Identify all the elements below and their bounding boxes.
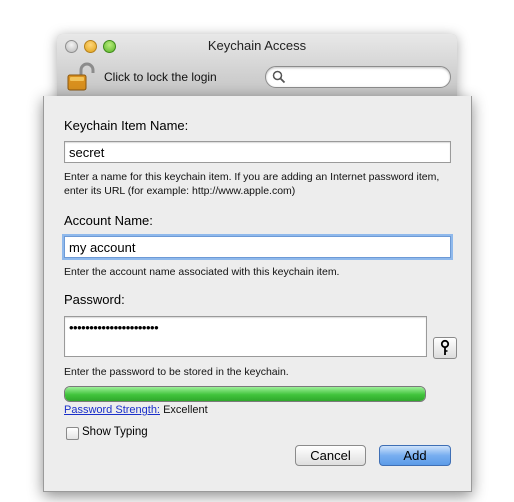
password-strength-link[interactable]: Password Strength: bbox=[64, 404, 160, 416]
password-field[interactable]: •••••••••••••••••••••• bbox=[64, 316, 427, 357]
item-name-label: Keychain Item Name: bbox=[64, 118, 189, 133]
password-strength-row: Password Strength: Excellent bbox=[64, 403, 208, 417]
add-button[interactable]: Add bbox=[379, 445, 451, 466]
title-bar: Keychain Access Click to lock the login bbox=[57, 34, 457, 97]
account-name-hint: Enter the account name associated with t… bbox=[64, 266, 340, 278]
show-typing-label[interactable]: Show Typing bbox=[82, 426, 148, 438]
account-name-label: Account Name: bbox=[64, 213, 153, 228]
password-hint: Enter the password to be stored in the k… bbox=[64, 366, 289, 378]
password-assistant-button[interactable] bbox=[433, 337, 457, 359]
show-typing-checkbox[interactable] bbox=[66, 427, 79, 440]
password-strength-meter bbox=[64, 386, 426, 402]
window-title: Keychain Access bbox=[207, 38, 307, 53]
new-password-item-sheet: Keychain Item Name: secret Enter a name … bbox=[43, 96, 472, 492]
item-name-field[interactable]: secret bbox=[64, 141, 451, 163]
password-strength-fill bbox=[65, 387, 425, 401]
key-icon bbox=[440, 339, 450, 355]
password-label: Password: bbox=[64, 292, 125, 307]
padlock-icon[interactable] bbox=[67, 62, 95, 92]
cancel-button[interactable]: Cancel bbox=[295, 445, 366, 466]
lock-label[interactable]: Click to lock the login bbox=[104, 70, 217, 84]
item-name-hint: Enter a name for this keychain item. If … bbox=[64, 171, 440, 197]
search-icon bbox=[272, 70, 286, 84]
search-field[interactable] bbox=[265, 66, 451, 88]
password-strength-value: Excellent bbox=[163, 404, 208, 416]
account-name-field[interactable]: my account bbox=[64, 236, 451, 258]
